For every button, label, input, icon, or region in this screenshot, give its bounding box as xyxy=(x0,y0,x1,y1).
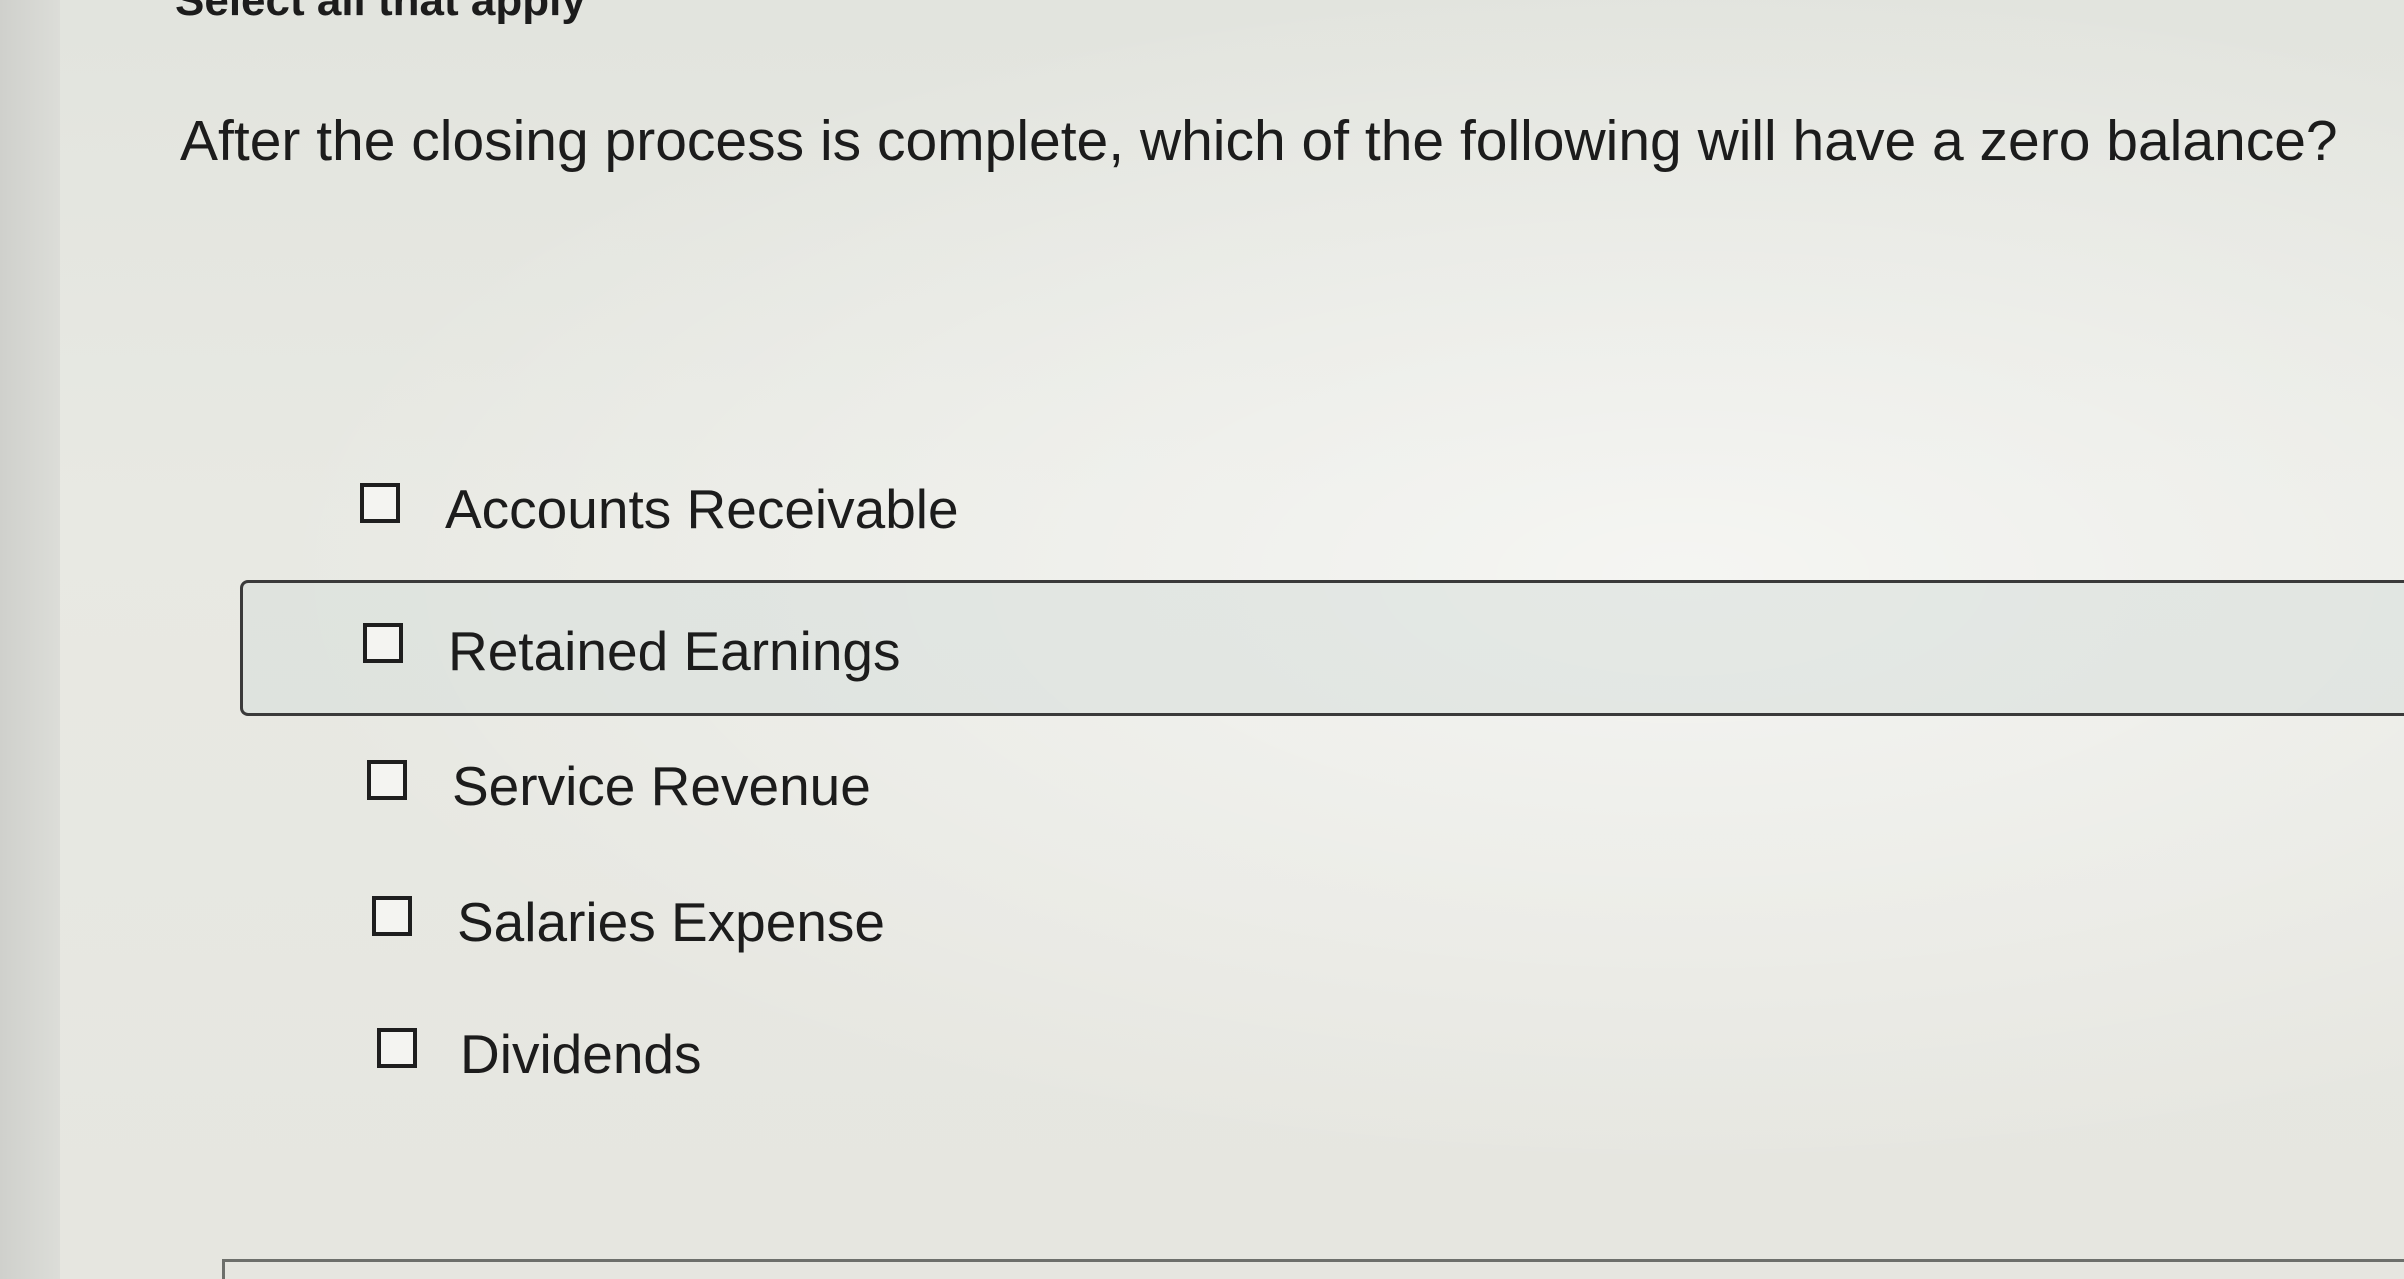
option-salaries-expense[interactable]: Salaries Expense xyxy=(350,866,1150,976)
checkbox-service-revenue[interactable] xyxy=(367,760,407,800)
option-retained-earnings[interactable]: Retained Earnings xyxy=(240,580,2404,716)
checkbox-accounts-receivable[interactable] xyxy=(360,483,400,523)
option-label: Service Revenue xyxy=(452,755,871,817)
option-label: Dividends xyxy=(460,1023,702,1085)
option-accounts-receivable[interactable]: Accounts Receivable xyxy=(340,455,1140,565)
option-label: Salaries Expense xyxy=(457,891,886,953)
checkbox-salaries-expense[interactable] xyxy=(372,896,412,936)
option-label: Retained Earnings xyxy=(448,620,901,682)
checkbox-retained-earnings[interactable] xyxy=(363,623,403,663)
option-label: Accounts Receivable xyxy=(445,478,959,540)
checkbox-dividends[interactable] xyxy=(377,1028,417,1068)
option-dividends[interactable]: Dividends xyxy=(355,998,1155,1108)
answer-options: Accounts Receivable Retained Earnings Se… xyxy=(0,0,2404,1279)
option-service-revenue[interactable]: Service Revenue xyxy=(345,730,1145,840)
next-panel-edge xyxy=(222,1259,2404,1279)
